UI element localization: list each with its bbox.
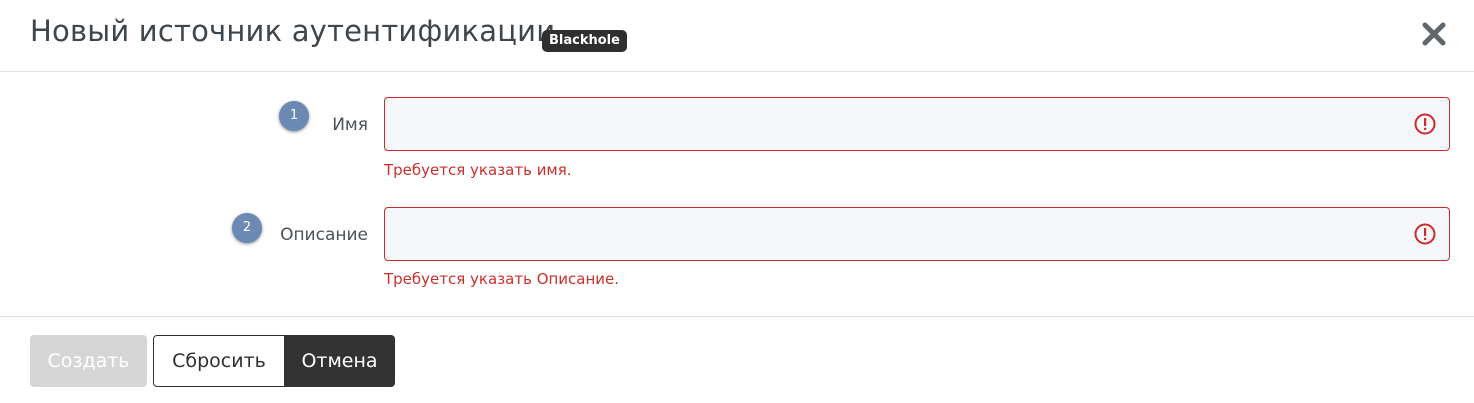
description-label: Описание (280, 225, 368, 245)
footer-divider (0, 316, 1474, 317)
dialog-header: Новый источник аутентификации Blackhole (0, 0, 1474, 72)
description-error-message: Требуется указать Описание. (384, 270, 620, 288)
create-button[interactable]: Создать (30, 335, 147, 387)
name-input[interactable] (385, 98, 1449, 150)
description-input[interactable] (385, 208, 1449, 260)
name-error-message: Требуется указать имя. (384, 161, 572, 179)
name-label: Имя (332, 115, 368, 135)
reset-button[interactable]: Сбросить (153, 335, 285, 387)
close-icon[interactable] (1420, 20, 1448, 48)
provider-badge: Blackhole (542, 30, 627, 52)
error-icon (1414, 223, 1436, 245)
dialog-title: Новый источник аутентификации (30, 14, 556, 48)
step-marker-1: 1 (279, 101, 309, 131)
description-field (384, 207, 1450, 261)
step-marker-2: 2 (232, 213, 262, 243)
name-field (384, 97, 1450, 151)
cancel-button[interactable]: Отмена (284, 335, 395, 387)
error-icon (1414, 113, 1436, 135)
